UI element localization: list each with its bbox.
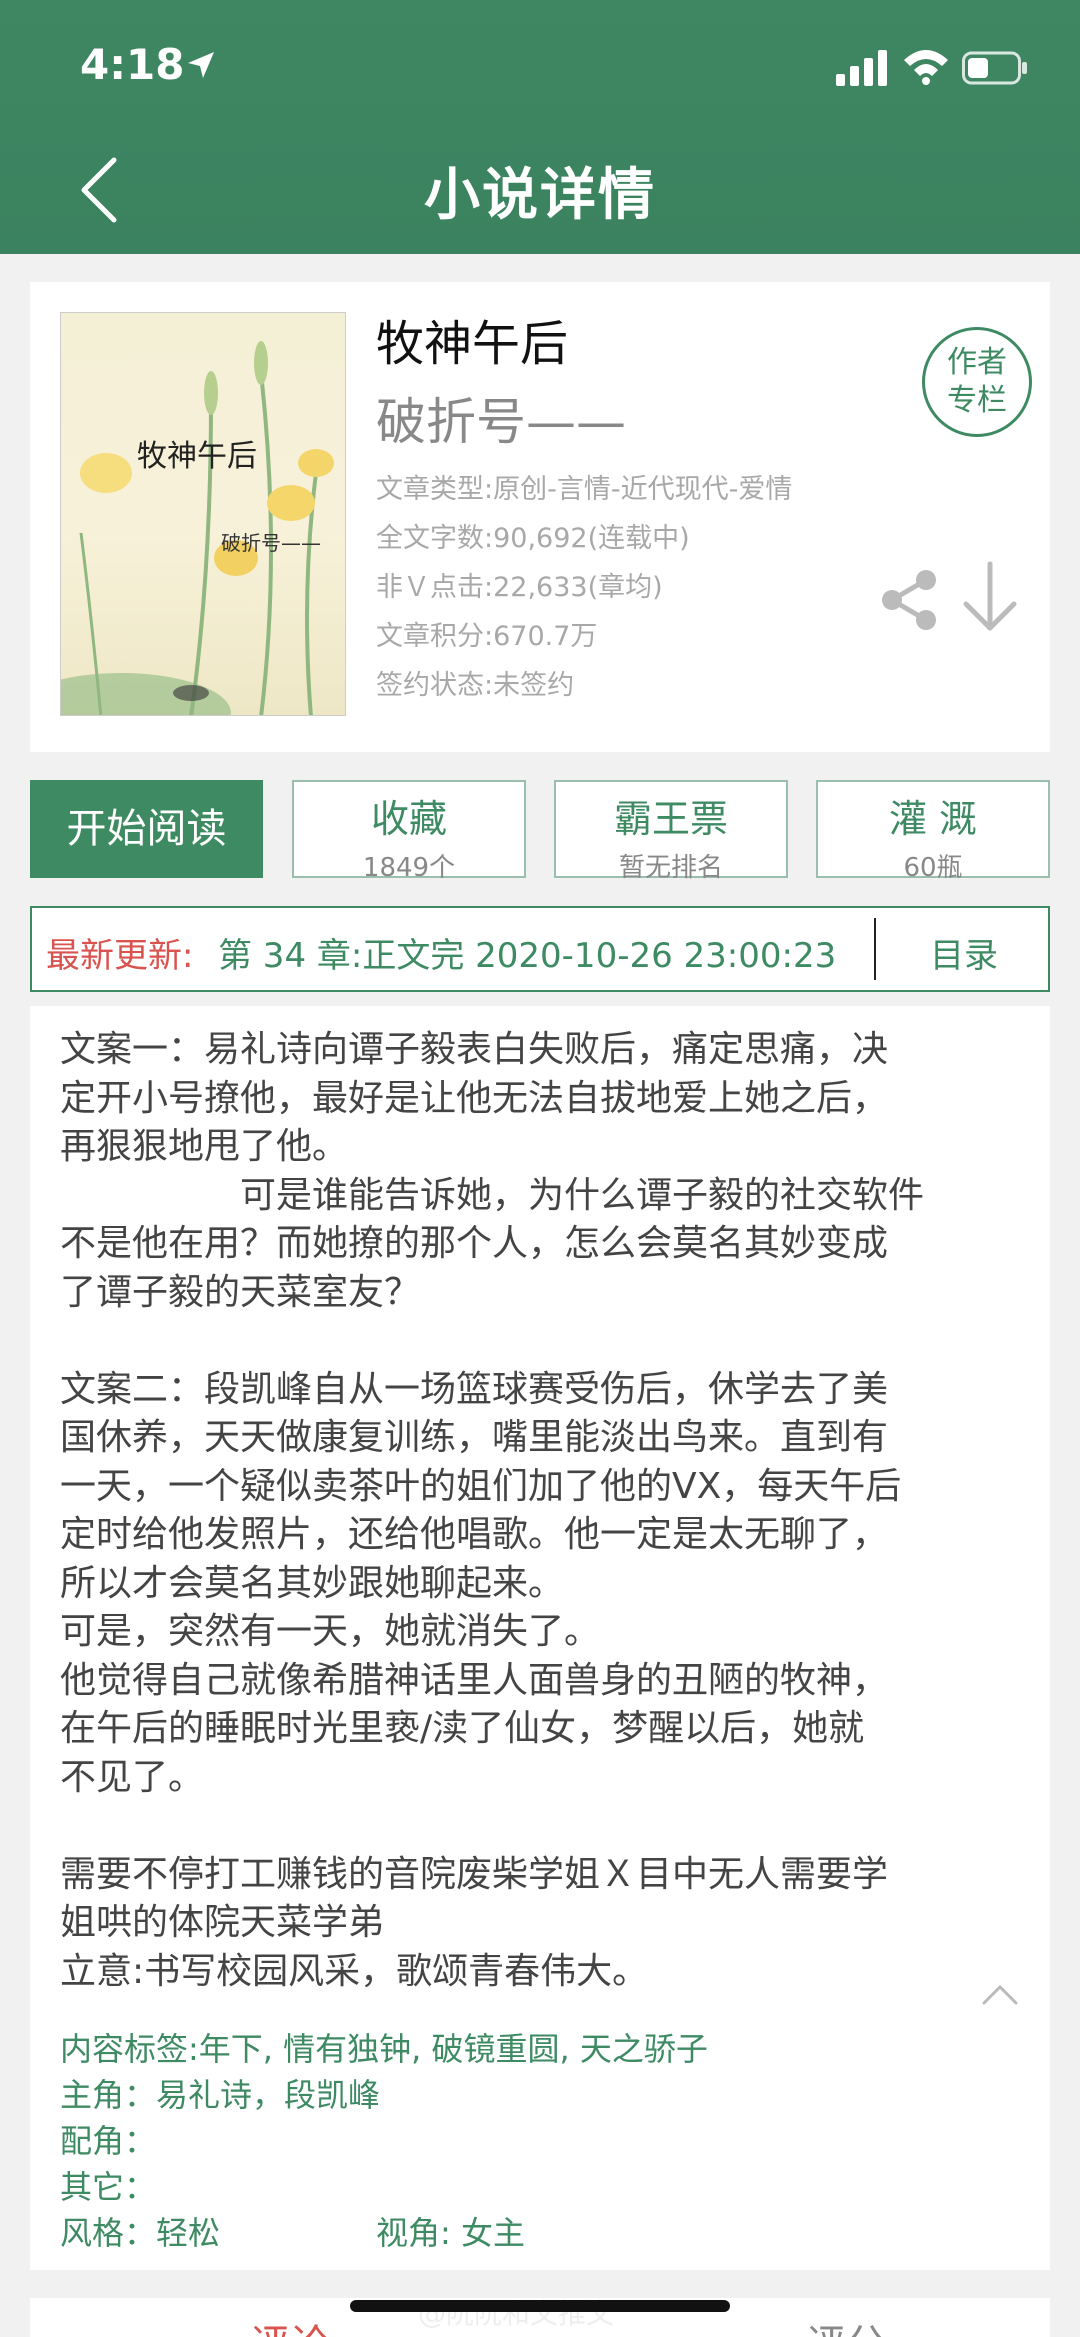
water-label: 灌 溉 <box>888 797 978 841</box>
author-column-button[interactable]: 作者 专栏 <box>922 327 1032 437</box>
synopsis-line: 可是谁能告诉她，为什么谭子毅的社交软件 <box>60 1174 925 1216</box>
book-author[interactable]: 破折号—— <box>376 382 626 454</box>
synopsis-line: 所以才会莫名其妙跟她聊起来。 <box>60 1562 565 1604</box>
synopsis-line: 文案一：易礼诗向谭子毅表白失败后，痛定思痛，决 <box>60 1029 889 1070</box>
book-cover[interactable]: 牧神午后 破折号—— <box>60 312 346 716</box>
battery-icon <box>962 51 1027 85</box>
synopsis-line: 国休养，天天做康复训练，嘴里能淡出鸟来。直到有 <box>60 1417 889 1458</box>
synopsis-section: 文案一：易礼诗向谭子毅表白失败后，痛定思痛，决 定开小号撩他，最好是让他无法自拔地… <box>30 1006 1050 2270</box>
ticket-rank: 暂无排名 <box>618 853 723 883</box>
chevron-up-icon[interactable] <box>980 1981 1020 2007</box>
other-roles: 其它： <box>60 2168 157 2206</box>
synopsis-line: 他觉得自己就像希腊神话里人面兽身的丑陋的牧神， <box>60 1659 889 1701</box>
location-arrow-icon <box>188 52 214 78</box>
synopsis-line: 一天，一个疑似卖茶叶的姐们加了他的VX，每天午后 <box>60 1465 902 1507</box>
perspective-tag: 视角: 女主 <box>376 2214 525 2252</box>
synopsis-line: 可是，突然有一天，她就消失了。 <box>60 1611 601 1652</box>
synopsis-line: 定时给他发照片，还给他唱歌。他一定是太无聊了， <box>60 1514 889 1555</box>
favorite-count: 1849个 <box>362 853 456 883</box>
synopsis-line: 在午后的睡眠时光里亵/渎了仙女，梦醒以后，她就 <box>60 1708 865 1749</box>
cover-flower-illustration <box>61 341 334 715</box>
favorite-label: 收藏 <box>370 797 447 841</box>
book-info-card: 牧神午后 破折号—— 牧神午后 破折号—— 文章类型:原创-言情-近代现代-爱情… <box>30 282 1050 752</box>
latest-update-bar[interactable]: 最新更新: 第 34 章:正文完 2020-10-26 23:00:23 目录 <box>30 906 1050 992</box>
synopsis-line: 不见了。 <box>60 1756 205 1798</box>
synopsis-line: 不是他在用？而她撩的那个人，怎么会莫名其妙变成 <box>60 1223 889 1264</box>
favorite-button[interactable]: 收藏 1849个 <box>292 780 526 883</box>
update-divider <box>874 918 876 980</box>
meta-score: 文章积分:670.7万 <box>376 621 598 652</box>
synopsis-line: 了谭子毅的天菜室友？ <box>60 1271 421 1313</box>
start-reading-button[interactable]: 开始阅读 <box>30 780 263 878</box>
status-time: 4:18 <box>80 40 185 89</box>
wifi-icon <box>904 50 948 85</box>
water-button[interactable]: 灌 溉 60瓶 <box>816 780 1050 883</box>
cover-author: 破折号—— <box>221 531 321 555</box>
latest-update-label: 最新更新: <box>46 936 194 976</box>
meta-genre: 文章类型:原创-言情-近代现代-爱情 <box>376 474 793 505</box>
latest-chapter[interactable]: 第 34 章:正文完 2020-10-26 23:00:23 <box>218 928 836 977</box>
synopsis-line: 姐哄的体院天菜学弟 <box>60 1902 385 1943</box>
ticket-label: 霸王票 <box>613 797 728 841</box>
cover-title: 牧神午后 <box>137 439 257 474</box>
ticket-button[interactable]: 霸王票 暂无排名 <box>554 780 788 883</box>
protagonists: 主角：易礼诗，段凯峰 <box>60 2076 381 2114</box>
synopsis-line: 再狠狠地甩了他。 <box>60 1126 349 1167</box>
meta-sign-status: 签约状态:未签约 <box>376 670 575 701</box>
author-column-line1: 作者 <box>947 345 1007 380</box>
synopsis-line: 需要不停打工赚钱的音院废柴学姐Ｘ目中无人需要学 <box>60 1853 889 1895</box>
home-indicator[interactable] <box>350 2300 730 2312</box>
app-header: 4:18 小说详情 <box>0 0 1080 254</box>
author-column-line2: 专栏 <box>947 383 1007 418</box>
share-icon[interactable] <box>878 568 942 632</box>
content-tags: 内容标签:年下, 情有独钟, 破镜重圆, 天之骄子 <box>60 2030 708 2068</box>
water-count: 60瓶 <box>903 853 963 883</box>
synopsis-line: 立意:书写校园风采，歌颂青春伟大。 <box>60 1950 649 1992</box>
tab-comments[interactable]: 评论 <box>250 2312 330 2337</box>
meta-clicks: 非Ｖ点击:22,633(章均) <box>376 572 663 603</box>
download-icon[interactable] <box>960 560 1020 636</box>
tab-rating[interactable]: 评分 <box>806 2312 886 2337</box>
page-title: 小说详情 <box>424 163 656 228</box>
signal-icon <box>836 50 887 86</box>
book-title: 牧神午后 <box>376 316 569 372</box>
synopsis-line: 文案二：段凯峰自从一场篮球赛受伤后，休学去了美 <box>60 1368 889 1410</box>
synopsis-line: 定开小号撩他，最好是让他无法自拔地爱上她之后， <box>60 1077 889 1119</box>
supporting-roles: 配角： <box>60 2122 157 2160</box>
catalog-link[interactable]: 目录 <box>930 928 998 977</box>
style-tag: 风格：轻松 <box>60 2214 221 2252</box>
meta-word-count: 全文字数:90,692(连载中) <box>376 523 690 554</box>
watermark: @阮阮和文推文 <box>418 2297 615 2330</box>
